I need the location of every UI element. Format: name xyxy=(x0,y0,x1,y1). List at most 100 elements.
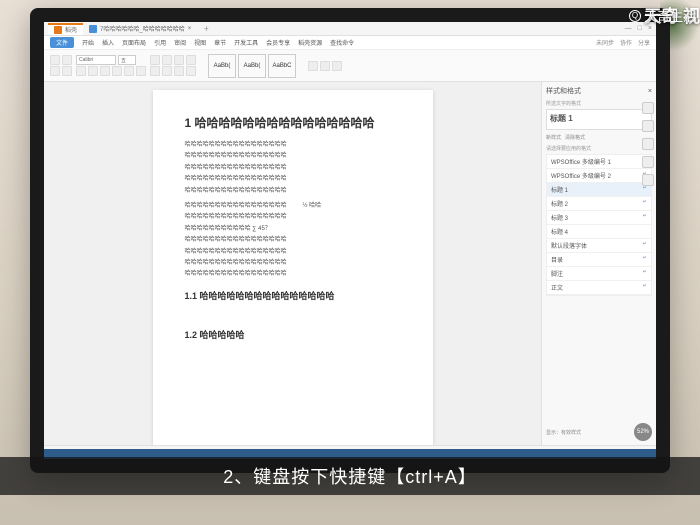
minimize-icon[interactable]: — xyxy=(625,25,632,32)
paragraph[interactable]: 哈哈哈哈哈哈哈哈哈哈哈哈哈哈哈哈哈 xyxy=(185,141,401,149)
style-heading1[interactable]: AaBb( xyxy=(238,54,266,78)
menu-section[interactable]: 章节 xyxy=(214,38,226,47)
menu-reference[interactable]: 引用 xyxy=(154,38,166,47)
tab-home[interactable]: 稻壳 xyxy=(48,23,83,35)
style-item[interactable]: 正文↵ xyxy=(547,281,651,295)
italic-button[interactable] xyxy=(88,66,98,76)
apply-format-label: 请选择要应用的格式 xyxy=(546,145,652,152)
select-button[interactable] xyxy=(332,61,342,71)
bold-button[interactable] xyxy=(76,66,86,76)
style-item[interactable]: WPSOffice 多级编号 2↵ xyxy=(547,169,651,183)
search-commands[interactable]: 查找命令 xyxy=(330,38,354,47)
sidebar-tool-icon[interactable] xyxy=(642,174,654,186)
sidebar-tool-icon[interactable] xyxy=(642,138,654,150)
color-button[interactable] xyxy=(124,66,134,76)
heading-1[interactable]: 1 哈哈哈哈哈哈哈哈哈哈哈哈哈哈哈 xyxy=(185,114,401,131)
heading-1-2[interactable]: 1.2 哈哈哈哈哈 xyxy=(185,328,401,341)
current-style-box[interactable]: 标题 1 xyxy=(546,109,652,130)
list-button[interactable] xyxy=(186,55,196,65)
paste-button[interactable] xyxy=(50,55,60,65)
style-normal[interactable]: AaBb( xyxy=(208,54,236,78)
menu-start[interactable]: 开始 xyxy=(82,38,94,47)
zoom-indicator[interactable]: 52% xyxy=(634,423,652,441)
style-heading2[interactable]: AaBbC xyxy=(268,54,296,78)
check-icon: ↵ xyxy=(643,213,647,222)
menu-vip[interactable]: 会员专享 xyxy=(266,38,290,47)
collab-button[interactable]: 协作 xyxy=(620,38,632,47)
menu-file[interactable]: 文件 xyxy=(50,37,74,48)
check-icon: ↵ xyxy=(643,185,647,194)
new-tab-button[interactable]: ＋ xyxy=(197,23,215,35)
style-item[interactable]: 标题 2↵ xyxy=(547,197,651,211)
panel-title: 样式和格式 xyxy=(546,86,581,96)
monitor-frame: 稻壳 7哈哈哈哈哈哈_哈哈哈哈哈哈哈× ＋ — □ × 文件 开始 插入 页面布… xyxy=(30,8,670,473)
menu-view[interactable]: 视图 xyxy=(194,38,206,47)
check-icon: ↵ xyxy=(643,255,647,264)
paragraph[interactable]: 哈哈哈哈哈哈哈哈哈哈哈哈哈哈哈哈哈 xyxy=(185,270,401,278)
font-select[interactable]: Calibri xyxy=(76,55,116,65)
style-item[interactable]: 标题 3↵ xyxy=(547,211,651,225)
paragraph[interactable]: 哈哈哈哈哈哈哈哈哈哈哈哈哈哈哈哈哈 xyxy=(185,175,401,183)
page[interactable]: 1 哈哈哈哈哈哈哈哈哈哈哈哈哈哈哈 哈哈哈哈哈哈哈哈哈哈哈哈哈哈哈哈哈 哈哈哈哈… xyxy=(153,90,433,445)
border-button[interactable] xyxy=(186,66,196,76)
highlight-button[interactable] xyxy=(136,66,146,76)
align-center-button[interactable] xyxy=(162,55,172,65)
heading-1-1[interactable]: 1.1 哈哈哈哈哈哈哈哈哈哈哈哈哈哈哈 xyxy=(185,289,401,302)
paragraph[interactable]: 哈哈哈哈哈哈哈哈哈哈哈哈哈哈哈哈哈 xyxy=(185,259,401,267)
style-item[interactable]: 目录↵ xyxy=(547,253,651,267)
ribbon: Calibri五 AaBb( AaBb( AaBbC xyxy=(44,50,656,82)
find-button[interactable] xyxy=(308,61,318,71)
style-item[interactable]: WPSOffice 多级编号 1↵ xyxy=(547,155,651,169)
format-painter-button[interactable] xyxy=(62,66,72,76)
paragraph[interactable]: 哈哈哈哈哈哈哈哈哈哈哈哈哈哈哈哈哈 xyxy=(185,213,401,221)
line-spacing-button[interactable] xyxy=(174,66,184,76)
outdent-button[interactable] xyxy=(162,66,172,76)
styles-panel: 样式和格式 × 所选文字的格式 标题 1 新样式 清除格式 请选择要应用的格式 … xyxy=(541,82,656,445)
check-icon: ↵ xyxy=(643,199,647,208)
paragraph[interactable]: 哈哈哈哈哈哈哈哈哈哈哈哈哈哈哈哈哈 xyxy=(185,248,401,256)
check-icon: ↵ xyxy=(643,283,647,292)
maximize-icon[interactable]: □ xyxy=(638,25,642,32)
clear-format-button[interactable]: 清除格式 xyxy=(565,134,585,141)
sidebar-tool-icon[interactable] xyxy=(642,120,654,132)
replace-button[interactable] xyxy=(320,61,330,71)
font-size-select[interactable]: 五 xyxy=(118,55,136,65)
menu-review[interactable]: 审阅 xyxy=(174,38,186,47)
sidebar-tool-icon[interactable] xyxy=(642,156,654,168)
document-area[interactable]: 1 哈哈哈哈哈哈哈哈哈哈哈哈哈哈哈 哈哈哈哈哈哈哈哈哈哈哈哈哈哈哈哈哈 哈哈哈哈… xyxy=(44,82,541,445)
show-filter[interactable]: 显示：有效样式 xyxy=(546,429,581,436)
titlebar: 稻壳 7哈哈哈哈哈哈_哈哈哈哈哈哈哈× ＋ — □ × xyxy=(44,22,656,36)
tab-document[interactable]: 7哈哈哈哈哈哈_哈哈哈哈哈哈哈× xyxy=(83,23,197,35)
paragraph[interactable]: 哈哈哈哈哈哈哈哈哈哈哈哈哈哈哈哈哈 xyxy=(185,236,401,244)
check-icon: ↵ xyxy=(643,269,647,278)
current-format-label: 所选文字的格式 xyxy=(546,100,652,107)
paragraph[interactable]: 哈哈哈哈哈哈哈哈哈哈哈哈哈哈哈哈哈 xyxy=(185,202,287,210)
cut-button[interactable] xyxy=(50,66,60,76)
copy-button[interactable] xyxy=(62,55,72,65)
style-item[interactable]: 标题 4 xyxy=(547,225,651,239)
new-style-button[interactable]: 新样式 xyxy=(546,134,561,141)
panel-close-icon[interactable]: × xyxy=(648,88,652,95)
paragraph[interactable]: 哈哈哈哈哈哈哈哈哈哈哈哈哈哈哈哈哈 xyxy=(185,164,401,172)
brand-watermark: Q 天奇生活 xyxy=(629,6,696,25)
paragraph[interactable]: 哈哈哈哈哈哈哈哈哈哈哈哈哈哈哈哈哈 xyxy=(185,152,401,160)
sum-paragraph[interactable]: 哈哈哈哈哈哈哈哈哈哈哈 ∑ 45？ xyxy=(185,225,401,233)
underline-button[interactable] xyxy=(100,66,110,76)
paragraph[interactable]: 哈哈哈哈哈哈哈哈哈哈哈哈哈哈哈哈哈 xyxy=(185,187,401,195)
close-tab-icon[interactable]: × xyxy=(188,26,192,32)
menu-devtools[interactable]: 开发工具 xyxy=(234,38,258,47)
sync-status[interactable]: 未同步 xyxy=(596,38,614,47)
fraction-text[interactable]: ½ 哈哈 xyxy=(303,202,322,210)
strike-button[interactable] xyxy=(112,66,122,76)
menu-resources[interactable]: 稻壳资源 xyxy=(298,38,322,47)
style-item-selected[interactable]: 标题 1↵ xyxy=(547,183,651,197)
align-right-button[interactable] xyxy=(174,55,184,65)
align-left-button[interactable] xyxy=(150,55,160,65)
style-item[interactable]: 脚注↵ xyxy=(547,267,651,281)
share-button[interactable]: 分享 xyxy=(638,38,650,47)
menu-layout[interactable]: 页面布局 xyxy=(122,38,146,47)
indent-button[interactable] xyxy=(150,66,160,76)
style-item[interactable]: 默认段落字体↵ xyxy=(547,239,651,253)
sidebar-tool-icon[interactable] xyxy=(642,102,654,114)
menu-insert[interactable]: 插入 xyxy=(102,38,114,47)
